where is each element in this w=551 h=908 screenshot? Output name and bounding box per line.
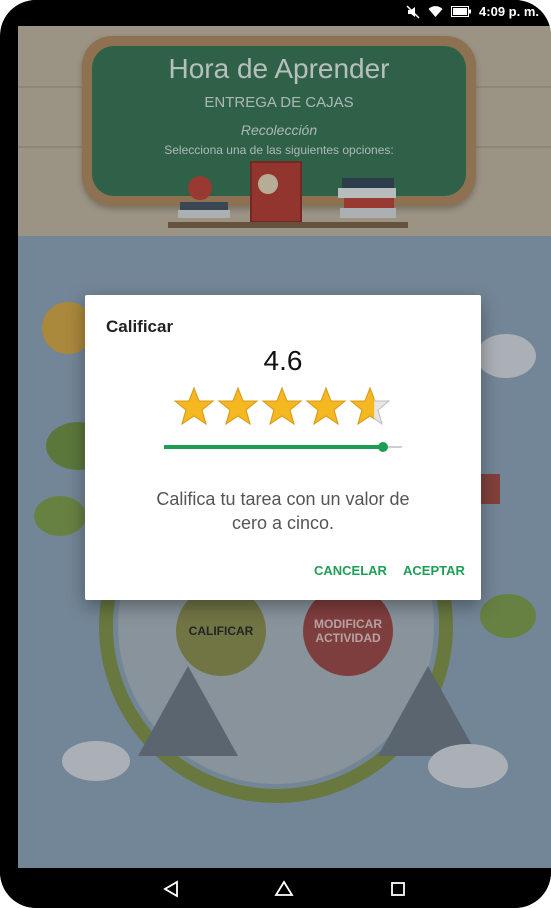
rating-value: 4.6 (263, 345, 303, 376)
dialog-title: Calificar (106, 317, 174, 336)
cancel-button[interactable]: CANCELAR (314, 563, 387, 578)
slider-fill (164, 445, 383, 449)
recents-icon[interactable] (386, 878, 410, 900)
mute-icon (406, 4, 420, 19)
star-icon[interactable] (261, 386, 303, 426)
star-icon[interactable] (217, 386, 259, 426)
dialog-message: Califica tu tarea con un valor de cero a… (156, 489, 410, 533)
battery-icon (451, 6, 472, 17)
rating-slider[interactable] (164, 437, 402, 457)
back-icon[interactable] (160, 878, 184, 900)
star-rating-bar[interactable] (173, 386, 395, 426)
slider-thumb[interactable] (377, 442, 388, 452)
accept-button[interactable]: ACEPTAR (403, 563, 465, 578)
status-bar: 4:09 p. m. (0, 0, 551, 26)
star-icon[interactable] (349, 386, 391, 426)
wifi-icon (428, 5, 443, 18)
star-icon[interactable] (173, 386, 215, 426)
navigation-bar (0, 868, 551, 908)
rating-dialog: Calificar 4.6 Califica tu tarea con un v… (85, 295, 481, 600)
device-frame: 4:09 p. m. Hora de Aprender ENTREGA DE C… (0, 0, 551, 908)
star-icon[interactable] (305, 386, 347, 426)
home-icon[interactable] (272, 878, 296, 900)
status-time: 4:09 p. m. (479, 4, 539, 19)
